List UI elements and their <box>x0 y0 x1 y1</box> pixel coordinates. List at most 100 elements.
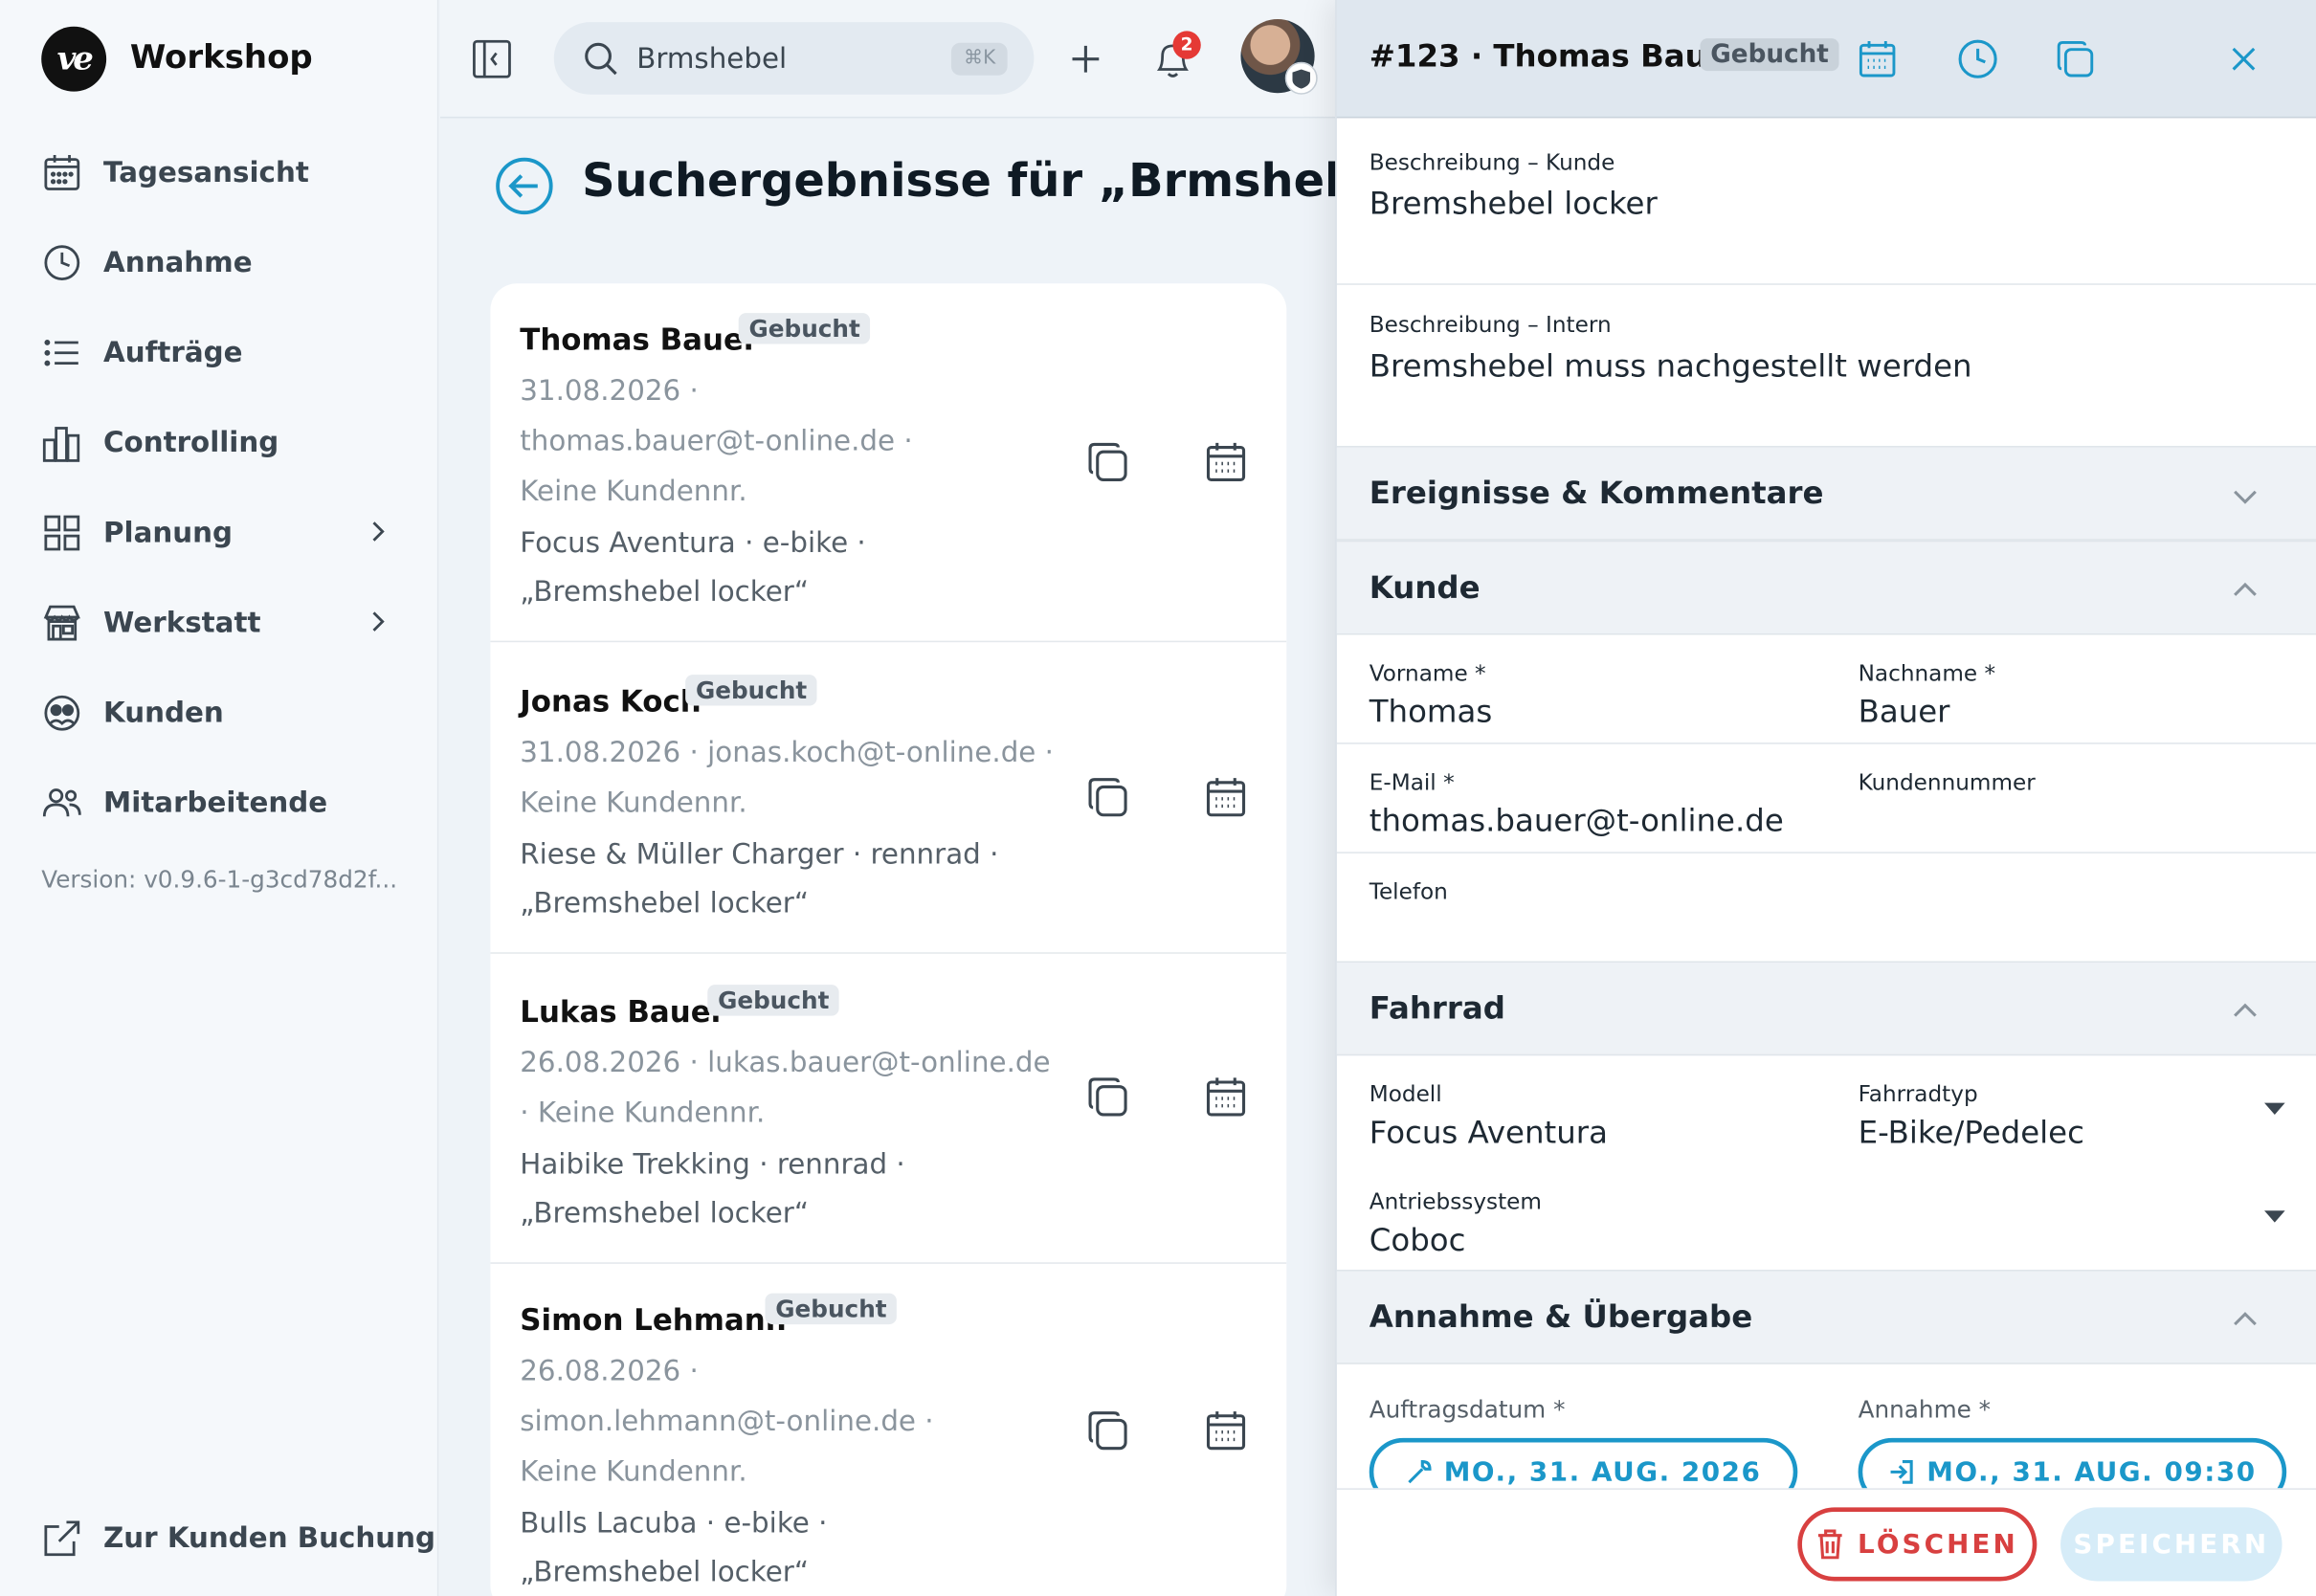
status-badge: Gebucht <box>765 1293 898 1325</box>
result-line: Keine Kundennr. <box>520 1455 747 1489</box>
result-name: Jonas Koch <box>520 683 701 720</box>
dropdown-caret-icon[interactable] <box>2264 1102 2285 1115</box>
result-line: Haibike Trekking · rennrad · <box>520 1148 905 1182</box>
calendar-icon[interactable] <box>1857 38 1898 79</box>
calendar-icon[interactable] <box>1204 775 1248 819</box>
sidebar-item-mitarbeitende[interactable]: Mitarbeitende <box>41 774 403 833</box>
external-link-icon <box>44 1520 80 1557</box>
clock-icon[interactable] <box>1957 38 1998 79</box>
search-results-list: Thomas Bauer Gebucht 31.08.2026 · thomas… <box>490 283 1287 1596</box>
dropdown-caret-icon[interactable] <box>2264 1210 2285 1223</box>
lastname-field[interactable]: Bauer <box>1859 694 1950 729</box>
sign-in-icon <box>1891 1460 1914 1484</box>
divider <box>1336 283 2316 285</box>
result-card-jonas-koch[interactable]: Jonas Koch Gebucht 31.08.2026 · jonas.ko… <box>490 642 1287 954</box>
calendar-icon[interactable] <box>1204 1408 1248 1452</box>
section-bike[interactable]: Fahrrad <box>1336 961 2316 1056</box>
result-line: 31.08.2026 · jonas.koch@t-online.de · <box>520 736 1054 769</box>
sidebar-item-planung[interactable]: Planung <box>41 503 403 563</box>
shortcut-hint: ⌘K <box>951 42 1008 76</box>
calendar-icon[interactable] <box>1204 1075 1248 1119</box>
desc-customer-field[interactable]: Bremshebel locker <box>1370 186 1658 221</box>
section-customer[interactable]: Kunde <box>1336 540 2316 635</box>
copy-icon[interactable] <box>1085 1075 1129 1119</box>
copy-icon[interactable] <box>1085 775 1129 819</box>
sidebar-item-controlling[interactable]: Controlling <box>41 413 403 473</box>
result-line: Keine Kundennr. <box>520 787 747 820</box>
trash-icon <box>1817 1529 1842 1560</box>
drive-system-select[interactable]: Coboc <box>1370 1223 1466 1258</box>
section-events[interactable]: Ereignisse & Kommentare <box>1336 445 2316 541</box>
email-field[interactable]: thomas.bauer@t-online.de <box>1370 803 1784 838</box>
sidebar-item-auftraege[interactable]: Aufträge <box>41 323 403 383</box>
customers-icon <box>44 695 80 731</box>
delete-label: LÖSCHEN <box>1858 1528 2018 1561</box>
drive-system-label: Antriebssystem <box>1369 1188 1542 1215</box>
status-badge: Gebucht <box>685 675 818 706</box>
result-card-thomas-bauer[interactable]: Thomas Bauer Gebucht 31.08.2026 · thomas… <box>490 283 1287 643</box>
delete-button[interactable]: LÖSCHEN <box>1797 1507 2038 1582</box>
result-line: „Bremshebel locker“ <box>520 575 810 609</box>
app-logo[interactable]: ve <box>41 26 107 92</box>
sidebar-item-annahme[interactable]: Annahme <box>41 233 403 293</box>
model-field[interactable]: Focus Aventura <box>1370 1115 1608 1150</box>
customer-booking-label: Zur Kunden Buchung <box>103 1521 436 1555</box>
customer-booking-link[interactable]: Zur Kunden Buchung <box>41 1518 435 1559</box>
page-title: Suchergebnisse für „Brmshebel“ <box>582 155 1435 209</box>
divider <box>1336 743 2316 744</box>
bike-type-select[interactable]: E-Bike/Pedelec <box>1859 1115 2084 1150</box>
search-input[interactable]: Brmshebel ⌘K <box>553 22 1035 95</box>
model-label: Modell <box>1369 1080 1442 1108</box>
back-arrow-icon[interactable] <box>495 157 554 216</box>
order-date-button[interactable]: MO., 31. AUG. 2026 <box>1369 1437 1798 1489</box>
firstname-label: Vorname * <box>1369 659 1486 687</box>
sidebar-item-tagesansicht[interactable]: Tagesansicht <box>41 144 403 203</box>
chevron-down-icon <box>2234 490 2257 504</box>
status-badge: Gebucht <box>1700 38 1839 72</box>
section-title: Fahrrad <box>1369 990 1505 1027</box>
intake-date-value: MO., 31. AUG. 09:30 <box>1926 1456 2257 1488</box>
list-icon <box>44 340 78 366</box>
result-line: thomas.bauer@t-online.de · <box>520 425 913 458</box>
result-line: „Bremshebel locker“ <box>520 1556 810 1589</box>
notification-count: 2 <box>1172 31 1201 59</box>
bike-type-label: Fahrradtyp <box>1858 1080 1978 1108</box>
shield-icon <box>1284 61 1318 95</box>
sidebar-toggle-icon[interactable] <box>473 39 511 78</box>
sidebar-item-label: Aufträge <box>103 336 243 369</box>
add-icon[interactable] <box>1069 43 1102 76</box>
result-line: Bulls Lacuba · e-bike · <box>520 1507 828 1541</box>
chevron-up-icon <box>2234 582 2257 596</box>
result-line: Keine Kundennr. <box>520 475 747 508</box>
section-title: Annahme & Übergabe <box>1369 1298 1753 1335</box>
save-button[interactable]: SPEICHERN <box>2060 1507 2283 1582</box>
desc-internal-field[interactable]: Bremshebel muss nachgestellt werden <box>1370 348 1972 384</box>
status-badge: Gebucht <box>738 313 871 344</box>
copy-icon[interactable] <box>2055 38 2096 79</box>
copy-icon[interactable] <box>1085 1408 1129 1452</box>
firstname-field[interactable]: Thomas <box>1370 694 1493 729</box>
result-line: 26.08.2026 · lukas.bauer@t-online.de <box>520 1046 1051 1079</box>
result-line: Riese & Müller Charger · rennrad · <box>520 838 999 872</box>
order-detail-panel: #123 · Thomas Bauer Gebucht Beschreibung… <box>1335 0 2316 1596</box>
section-handover[interactable]: Annahme & Übergabe <box>1336 1269 2316 1364</box>
result-card-simon-lehmann[interactable]: Simon Lehmann Gebucht 26.08.2026 · simon… <box>490 1264 1286 1596</box>
save-label: SPEICHERN <box>2073 1528 2270 1561</box>
desc-customer-label: Beschreibung – Kunde <box>1369 148 1615 176</box>
sidebar-item-kunden[interactable]: Kunden <box>41 683 403 743</box>
sidebar-item-label: Mitarbeitende <box>103 787 328 820</box>
result-line: 26.08.2026 · <box>520 1355 699 1388</box>
sidebar-item-label: Controlling <box>103 426 279 459</box>
intake-date-button[interactable]: MO., 31. AUG. 09:30 <box>1858 1437 2287 1489</box>
sidebar: ve Workshop Tagesansicht Annahme Aufträg… <box>0 0 439 1596</box>
calendar-icon[interactable] <box>1204 440 1248 484</box>
grid-icon <box>44 515 80 551</box>
sidebar-item-werkstatt[interactable]: Werkstatt <box>41 593 403 653</box>
sidebar-item-label: Kunden <box>103 697 224 730</box>
result-name: Simon Lehmann <box>520 1301 787 1338</box>
copy-icon[interactable] <box>1085 440 1129 484</box>
close-icon[interactable] <box>2229 44 2259 74</box>
sidebar-item-label: Tagesansicht <box>103 156 309 189</box>
panel-header: #123 · Thomas Bauer Gebucht <box>1336 0 2316 119</box>
result-card-lukas-bauer[interactable]: Lukas Bauer Gebucht 26.08.2026 · lukas.b… <box>490 954 1287 1264</box>
